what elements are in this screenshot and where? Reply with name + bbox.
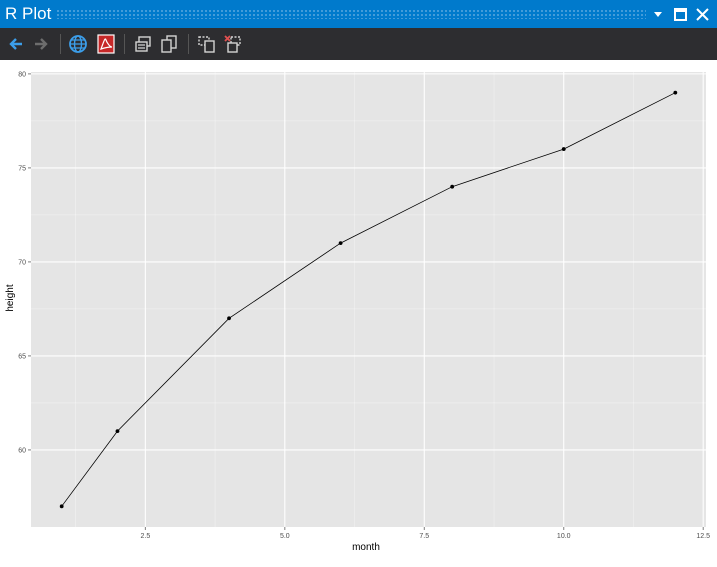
close-icon[interactable] [692,0,712,28]
y-tick-label: 80 [18,71,26,78]
x-tick-label: 7.5 [419,533,429,540]
arrow-right-icon [35,38,48,50]
data-point [561,147,566,151]
y-tick-label: 70 [18,259,26,266]
copy-icon [135,36,151,52]
pdf-icon [97,34,115,54]
data-point [450,184,455,189]
export-web-button[interactable] [66,32,90,56]
clear-all-icon [224,35,241,53]
data-point [673,90,678,95]
chevron-down-icon[interactable] [648,0,668,28]
y-tick-label: 75 [18,165,26,172]
y-axis-label: height [5,284,16,311]
maximize-icon[interactable] [670,0,690,28]
copy-metafile-button[interactable] [157,32,181,56]
window-title: R Plot [5,4,52,23]
x-axis-label: month [352,542,380,553]
clear-all-plots-button[interactable] [221,32,245,56]
back-button[interactable] [4,32,28,56]
arrow-left-icon [9,38,22,50]
line-chart: 2.5 5.0 7.5 10.0 12.5 60 65 70 75 80 month heigh… [5,71,710,553]
x-tick-label: 2.5 [140,533,150,540]
x-tick-label: 12.5 [696,533,710,540]
copy-alt-icon [161,35,177,53]
plot-panel [31,72,706,527]
toolbar-separator [60,34,61,54]
y-tick-label: 60 [18,447,26,454]
copy-bitmap-button[interactable] [131,32,155,56]
remove-plot-icon [198,36,215,53]
x-tick-label: 5.0 [280,533,290,540]
y-tick-label: 65 [18,353,26,360]
forward-button[interactable] [29,32,53,56]
plot-toolbar [0,28,717,60]
toolbar-separator [124,34,125,54]
data-point [227,316,231,321]
x-tick-label: 10.0 [557,533,571,540]
globe-icon [69,35,87,53]
title-bar-grip[interactable] [56,9,646,19]
title-bar: R Plot [0,0,717,28]
export-pdf-button[interactable] [94,32,118,56]
data-point [115,429,120,434]
plot-area: 2.5 5.0 7.5 10.0 12.5 60 65 70 75 80 month heigh… [0,60,717,562]
data-point [59,504,64,509]
remove-plot-button[interactable] [195,32,219,56]
toolbar-separator [188,34,189,54]
data-point [338,241,343,245]
